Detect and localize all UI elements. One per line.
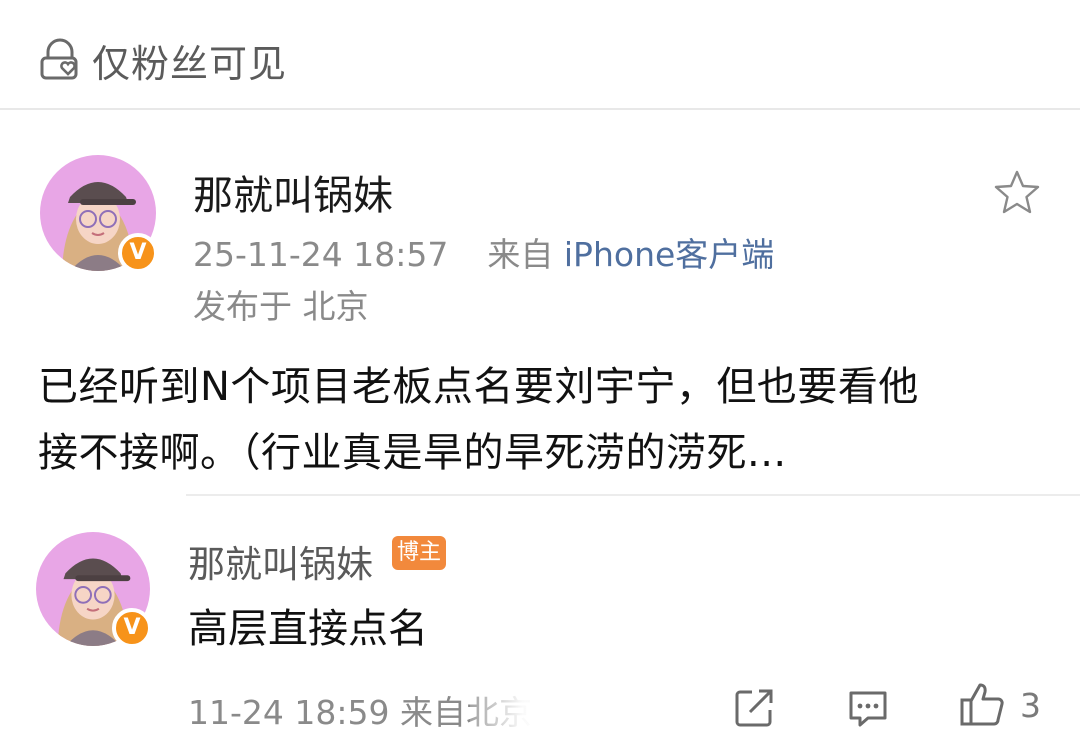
avatar[interactable]: V: [40, 155, 158, 273]
blogger-badge: 博主: [392, 536, 446, 570]
reply-avatar[interactable]: V: [36, 532, 152, 648]
thumbs-up-icon[interactable]: [958, 680, 1006, 728]
post-body-line: 已经听到N个项目老板点名要刘宇宁，但也要看他: [38, 364, 919, 410]
post-meta: 25-11-24 18:57 来自 iPhone客户端: [193, 228, 774, 276]
star-icon[interactable]: [992, 168, 1042, 218]
like-count: 3: [1020, 686, 1041, 725]
source-link[interactable]: iPhone客户端: [564, 235, 774, 274]
post-body[interactable]: 已经听到N个项目老板点名要刘宇宁，但也要看他 接不接啊。（行业真是旱的旱死涝的涝…: [38, 354, 1048, 486]
visibility-bar: 仅粉丝可见: [0, 0, 1080, 110]
reply-text[interactable]: 高层直接点名: [188, 596, 428, 654]
verified-badge: V: [118, 233, 158, 273]
post-body-line: 接不接啊。（行业真是旱的旱死涝的涝死...: [38, 430, 787, 476]
verified-badge: V: [112, 608, 152, 648]
source-prefix: 来自: [487, 235, 554, 274]
post-location: 发布于 北京: [193, 287, 369, 326]
blur-overlay: [470, 684, 620, 740]
lock-heart-icon: [40, 38, 78, 80]
visibility-label: 仅粉丝可见: [92, 42, 288, 86]
post-author-name[interactable]: 那就叫锅妹: [193, 163, 393, 221]
divider: [186, 494, 1080, 496]
post-timestamp: 25-11-24 18:57: [193, 235, 449, 274]
reply-author-name[interactable]: 那就叫锅妹: [188, 534, 373, 588]
comment-icon[interactable]: [846, 686, 890, 730]
share-icon[interactable]: [732, 686, 776, 730]
